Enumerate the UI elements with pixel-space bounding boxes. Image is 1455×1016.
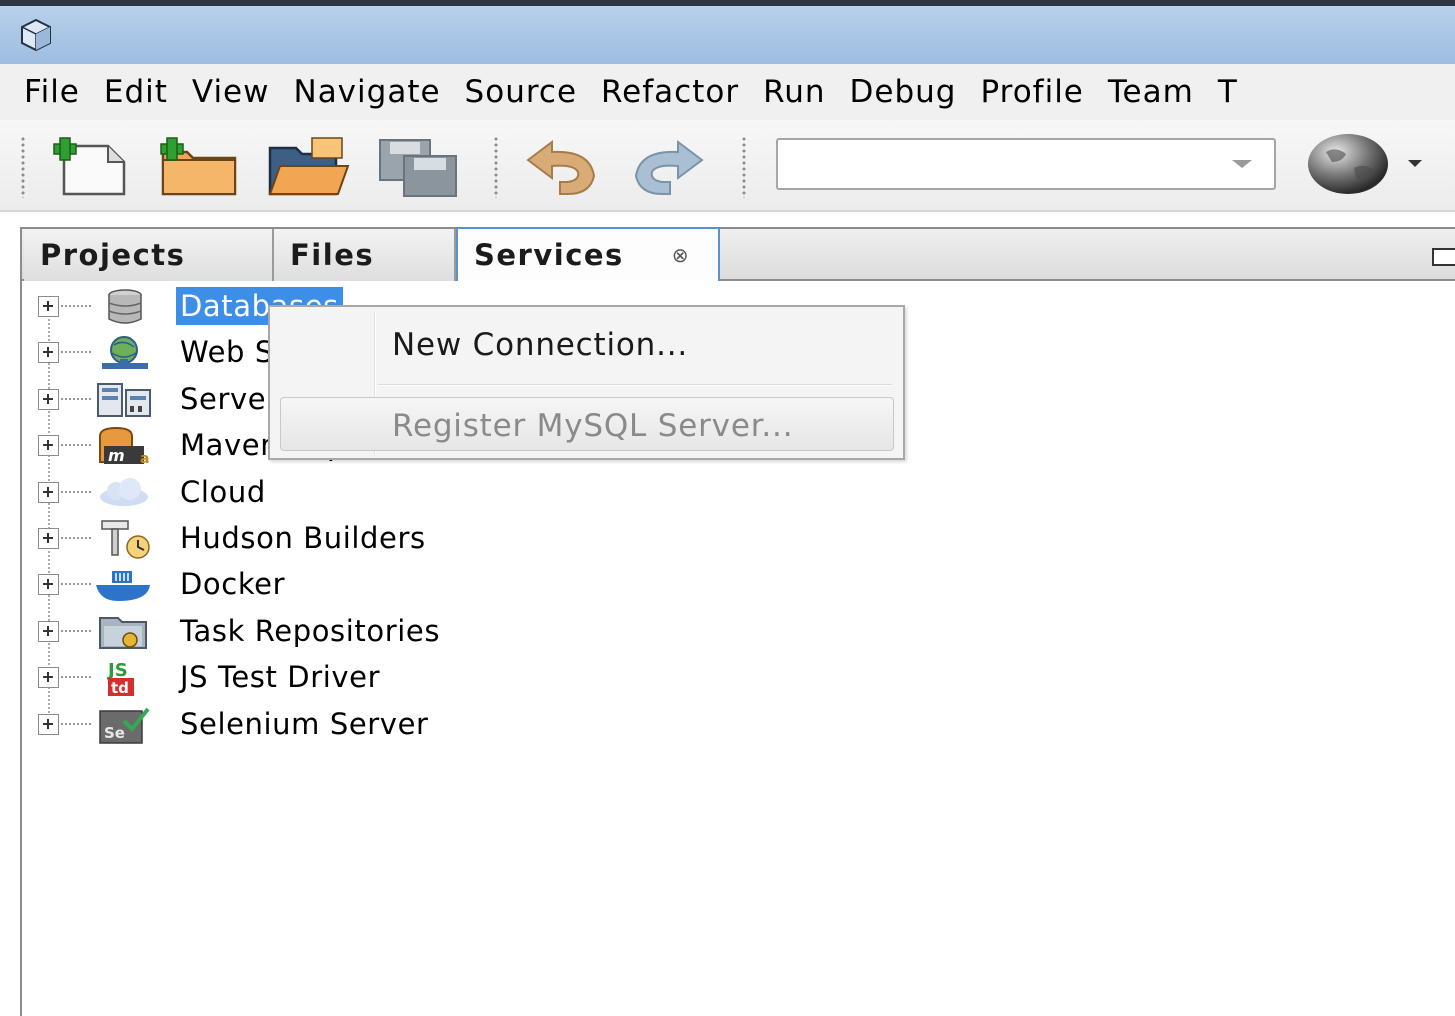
database-icon: [108, 289, 142, 324]
menu-profile[interactable]: Profile: [971, 64, 1098, 120]
menu-team[interactable]: Team: [1099, 64, 1209, 120]
tab-files[interactable]: Files: [274, 229, 456, 281]
menu-source[interactable]: Source: [456, 64, 592, 120]
save-all-icon[interactable]: [376, 134, 460, 200]
context-menu-separator: [378, 384, 892, 386]
tree-node-label: Docker: [180, 567, 286, 602]
minimize-panel-icon[interactable]: [1432, 248, 1455, 266]
js-test-driver-icon: JS td: [106, 660, 134, 697]
browser-dropdown-arrow-icon[interactable]: [1408, 160, 1422, 167]
svg-text:JS: JS: [106, 660, 128, 681]
new-file-icon[interactable]: [50, 134, 134, 200]
svg-text:a: a: [140, 451, 149, 466]
register-mysql-server-menu-item[interactable]: Register MySQL Server...: [392, 408, 793, 444]
expand-icon[interactable]: [38, 388, 59, 410]
web-services-icon: [102, 336, 148, 370]
tree-connector: [61, 305, 91, 307]
tree-connector: [61, 722, 91, 725]
menu-tools-cut[interactable]: T: [1209, 64, 1253, 120]
expand-icon[interactable]: [38, 481, 59, 503]
tree-node-selenium[interactable]: Se Selenium Server: [36, 701, 636, 747]
close-tab-icon[interactable]: ⊗: [672, 229, 690, 281]
maven-icon: m a: [99, 427, 149, 466]
tree-node-label: Selenium Server: [180, 706, 429, 741]
tab-projects[interactable]: Projects: [24, 229, 274, 281]
title-bar: [0, 0, 1455, 64]
expand-icon[interactable]: [38, 342, 59, 364]
configuration-combo[interactable]: [776, 138, 1276, 190]
tree-connector: [61, 536, 91, 539]
tree-connector: [61, 583, 91, 586]
expand-icon[interactable]: [38, 620, 59, 642]
docker-icon: [96, 571, 150, 602]
expand-icon[interactable]: [38, 713, 59, 735]
tab-services[interactable]: Services ⊗: [456, 227, 720, 281]
tree-node-label: Task Repositories: [180, 613, 441, 648]
menu-navigate[interactable]: Navigate: [285, 64, 456, 120]
netbeans-cube-icon: [21, 18, 51, 52]
tree-node-js-test-driver[interactable]: JS td JS Test Driver: [36, 654, 636, 700]
svg-text:m: m: [108, 446, 125, 465]
expand-icon[interactable]: [38, 667, 59, 689]
toolbar-separator: [493, 136, 499, 198]
toolbar-grip[interactable]: [20, 136, 26, 198]
chevron-down-icon[interactable]: [1232, 160, 1252, 168]
svg-text:Se: Se: [104, 724, 125, 742]
tree-node-hudson[interactable]: Hudson Builders: [36, 515, 636, 561]
menu-debug[interactable]: Debug: [841, 64, 972, 120]
tree-node-docker[interactable]: Docker: [36, 561, 636, 607]
tree-connector: [61, 397, 91, 400]
undo-icon[interactable]: [518, 134, 602, 200]
tree-connector: [61, 351, 91, 354]
cloud-icon: [100, 477, 148, 506]
tree-node-cloud[interactable]: Cloud: [36, 469, 636, 515]
tree-connector: [61, 629, 91, 632]
menu-edit[interactable]: Edit: [95, 64, 183, 120]
task-repositories-icon: [99, 616, 147, 649]
tree-connector: [61, 444, 91, 447]
tree-node-label: Hudson Builders: [180, 520, 426, 555]
selenium-icon: Se: [99, 707, 150, 744]
menu-refactor[interactable]: Refactor: [592, 64, 754, 120]
tree-connector: [61, 676, 91, 679]
tree-node-task-repositories[interactable]: Task Repositories: [36, 608, 636, 654]
toolbar-separator-2: [741, 136, 747, 198]
expand-icon[interactable]: [38, 435, 59, 457]
tab-files-label: Files: [290, 238, 375, 272]
menu-view[interactable]: View: [183, 64, 285, 120]
servers-icon: [97, 382, 151, 417]
menu-run[interactable]: Run: [754, 64, 840, 120]
new-project-icon[interactable]: [155, 134, 239, 200]
menu-file[interactable]: File: [0, 64, 95, 120]
new-connection-menu-item[interactable]: New Connection...: [392, 327, 688, 363]
expand-icon[interactable]: [38, 296, 59, 317]
tree-connector: [61, 490, 91, 493]
expand-icon[interactable]: [38, 527, 59, 549]
svg-text:td: td: [111, 679, 129, 697]
context-menu: New Connection... Register MySQL Server.…: [268, 305, 905, 460]
menu-bar: File Edit View Navigate Source Refactor …: [0, 64, 1455, 120]
browser-globe-icon[interactable]: [1306, 132, 1390, 196]
tree-node-label: JS Test Driver: [180, 660, 381, 695]
open-project-icon[interactable]: [266, 134, 350, 200]
expand-icon[interactable]: [38, 574, 59, 596]
tab-projects-label: Projects: [40, 238, 186, 272]
tree-node-label: Cloud: [180, 474, 266, 509]
hudson-icon: [101, 520, 150, 559]
redo-icon[interactable]: [628, 134, 712, 200]
tab-services-label: Services: [474, 238, 624, 272]
